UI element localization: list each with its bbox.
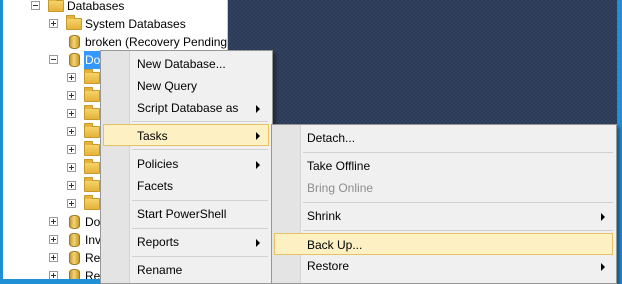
menu-item-label: New Query	[137, 79, 198, 93]
database-icon	[69, 251, 80, 265]
submenu-arrow-icon	[601, 263, 605, 271]
menu-item-back-up[interactable]: Back Up...	[274, 233, 613, 255]
expand-icon[interactable]	[49, 271, 58, 279]
expand-icon[interactable]	[67, 127, 76, 136]
expand-icon[interactable]	[67, 199, 76, 208]
expand-icon[interactable]	[67, 109, 76, 118]
menu-item-script-database-as[interactable]: Script Database as	[103, 97, 269, 119]
menu-item-reports[interactable]: Reports	[103, 231, 269, 253]
folder-icon	[66, 15, 82, 30]
menu-item-label: Detach...	[307, 131, 356, 145]
folder-icon	[84, 123, 100, 138]
collapse-icon[interactable]	[31, 1, 40, 10]
database-context-menu: New Database... New Query Script Databas…	[100, 50, 273, 284]
folder-icon	[48, 0, 64, 12]
submenu-arrow-icon	[256, 132, 260, 140]
menu-item-label: Facets	[137, 179, 174, 193]
menu-separator	[132, 121, 268, 122]
tree-node-label: broken (Recovery Pending)	[85, 35, 228, 49]
menu-item-label: Restore	[307, 259, 350, 273]
menu-item-tasks[interactable]: Tasks	[103, 124, 269, 146]
menu-separator	[303, 230, 613, 231]
database-icon	[69, 35, 80, 49]
expand-icon[interactable]	[67, 73, 76, 82]
tasks-submenu: Detach... Take Offline Bring Online Shri…	[271, 124, 617, 284]
collapse-icon[interactable]	[49, 55, 58, 64]
folder-icon	[84, 105, 100, 120]
expand-icon[interactable]	[49, 217, 58, 226]
menu-item-label: Bring Online	[307, 181, 374, 195]
menu-item-start-powershell[interactable]: Start PowerShell	[103, 203, 269, 225]
folder-icon	[84, 141, 100, 156]
menu-separator	[303, 202, 613, 203]
menu-item-label: Rename	[137, 263, 183, 277]
menu-separator	[132, 149, 268, 150]
database-icon	[69, 53, 80, 67]
expand-icon[interactable]	[49, 19, 58, 28]
menu-separator	[303, 152, 613, 153]
menu-item-shrink[interactable]: Shrink	[274, 205, 613, 227]
database-icon	[69, 233, 80, 247]
window-frame: Databases System Databases broken (Recov…	[3, 0, 617, 284]
menu-item-new-query[interactable]: New Query	[103, 75, 269, 97]
expand-icon[interactable]	[67, 145, 76, 154]
submenu-arrow-icon	[256, 105, 260, 113]
menu-item-policies[interactable]: Policies	[103, 153, 269, 175]
menu-separator	[132, 228, 268, 229]
folder-icon	[84, 195, 100, 210]
tree-node-label: Inv	[85, 233, 102, 247]
menu-item-label: Script Database as	[137, 101, 239, 115]
expand-icon[interactable]	[49, 253, 58, 262]
submenu-arrow-icon	[601, 213, 605, 221]
tree-node-label: Databases	[67, 0, 125, 13]
folder-icon	[84, 87, 100, 102]
menu-item-bring-online[interactable]: Bring Online	[274, 177, 613, 199]
submenu-arrow-icon	[256, 161, 260, 169]
menu-separator	[132, 200, 268, 201]
menu-item-label: New Database...	[137, 57, 226, 71]
menu-item-take-offline[interactable]: Take Offline	[274, 155, 613, 177]
folder-icon	[84, 177, 100, 192]
database-icon	[69, 215, 80, 229]
menu-item-label: Policies	[137, 157, 179, 171]
folder-icon	[84, 159, 100, 174]
expand-icon[interactable]	[49, 235, 58, 244]
menu-item-facets[interactable]: Facets	[103, 175, 269, 197]
menu-item-label: Tasks	[137, 129, 168, 143]
submenu-arrow-icon	[256, 239, 260, 247]
menu-item-label: Back Up...	[307, 238, 363, 252]
menu-item-new-database[interactable]: New Database...	[103, 53, 269, 75]
folder-icon	[84, 69, 100, 84]
expand-icon[interactable]	[67, 91, 76, 100]
expand-icon[interactable]	[67, 163, 76, 172]
menu-item-label: Reports	[137, 235, 180, 249]
menu-item-label: Start PowerShell	[137, 207, 227, 221]
menu-item-label: Shrink	[307, 209, 342, 223]
menu-separator	[132, 256, 268, 257]
database-icon	[69, 269, 80, 279]
expand-icon[interactable]	[67, 181, 76, 190]
menu-item-detach[interactable]: Detach...	[274, 127, 613, 149]
menu-item-rename[interactable]: Rename	[103, 259, 269, 281]
menu-item-restore[interactable]: Restore	[274, 255, 613, 277]
tree-node-label: System Databases	[85, 17, 186, 31]
menu-item-label: Take Offline	[307, 159, 371, 173]
